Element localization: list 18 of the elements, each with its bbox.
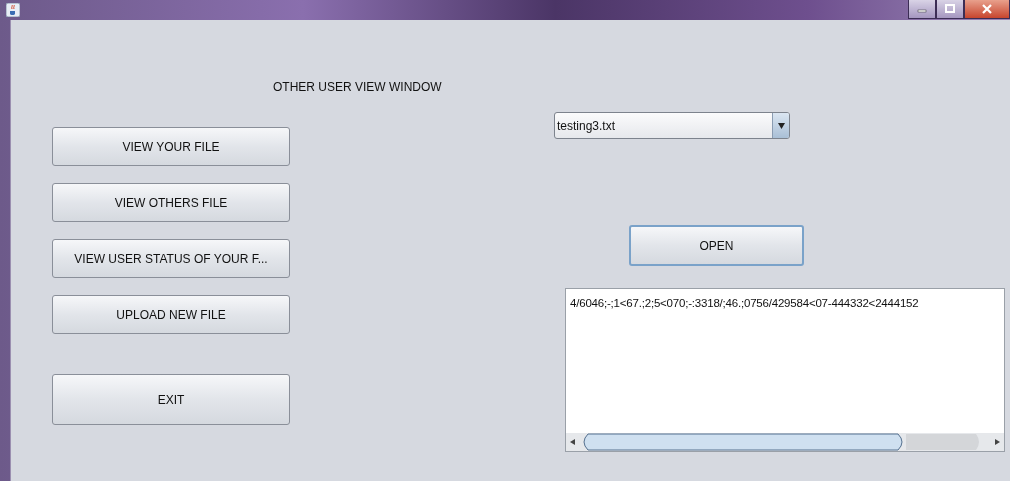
file-content-text: 4/6046;-;1<67.;2;5<070;-:3318/;46.;0756/429584<07-444332<2444152	[569, 296, 920, 311]
close-button[interactable]	[964, 0, 1010, 19]
horizontal-scrollbar[interactable]	[566, 433, 1004, 451]
open-button[interactable]: OPEN	[629, 225, 804, 266]
java-cup-icon	[6, 3, 20, 17]
menu-button[interactable]: UPLOAD NEW FILE	[52, 295, 290, 334]
minimize-button[interactable]	[908, 0, 936, 19]
file-content-area[interactable]: 4/6046;-;1<67.;2;5<070;-:3318/;46.;0756/429584<07-444332<2444152	[565, 288, 1005, 452]
close-icon	[981, 4, 993, 14]
window-heading: OTHER USER VIEW WINDOW	[273, 80, 443, 96]
menu-button[interactable]: VIEW YOUR FILE	[52, 127, 290, 166]
maximize-icon	[945, 4, 955, 14]
exit-button[interactable]: EXIT	[52, 374, 290, 425]
menu-button[interactable]: VIEW OTHERS FILE	[52, 183, 290, 222]
menu-button[interactable]: VIEW USER STATUS OF YOUR F...	[52, 239, 290, 278]
dropdown-arrow-icon	[777, 122, 785, 129]
file-dropdown[interactable]: testing3.txt	[554, 112, 790, 139]
maximize-button[interactable]	[936, 0, 964, 19]
